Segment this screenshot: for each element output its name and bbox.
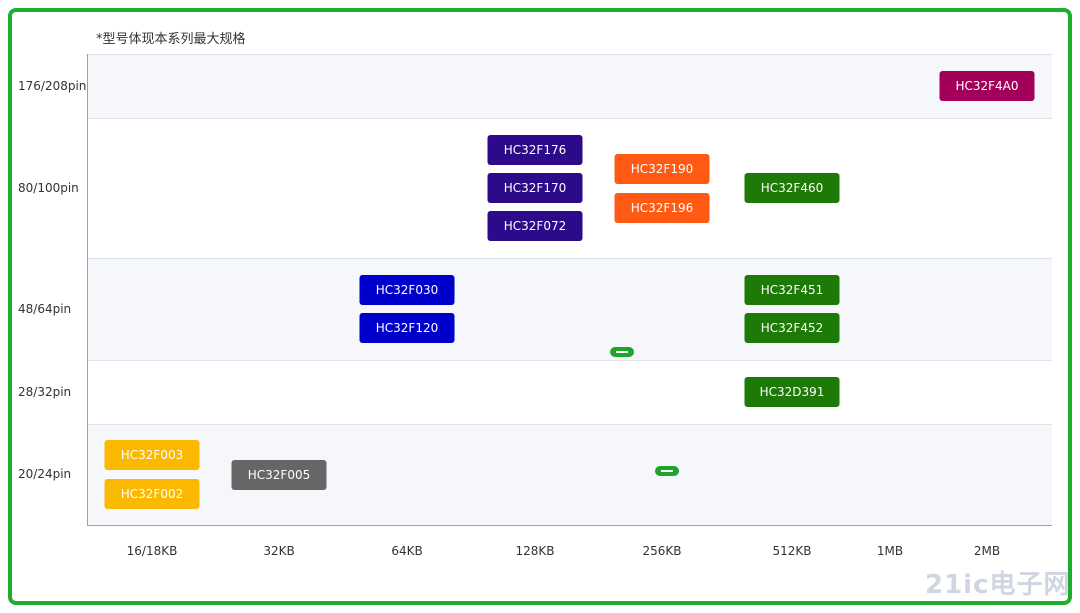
x-tick-label: 128KB xyxy=(515,544,555,558)
y-tick-label: 48/64pin xyxy=(18,302,72,316)
chip-hc32f176[interactable]: HC32F176 xyxy=(487,135,583,165)
x-axis-line xyxy=(87,525,1052,526)
x-tick-label: 16/18KB xyxy=(126,544,178,558)
y-tick-label: 80/100pin xyxy=(18,181,79,195)
watermark-logo: 21ic电子网 xyxy=(925,570,1071,600)
chip-hc32f451[interactable]: HC32F451 xyxy=(744,275,840,305)
chip-hc32f460[interactable]: HC32F460 xyxy=(744,173,840,203)
chip-hc32f452[interactable]: HC32F452 xyxy=(744,313,840,343)
chip-hc32f002[interactable]: HC32F002 xyxy=(104,479,200,509)
x-tick-label: 1MB xyxy=(876,544,904,558)
chip-hc32f190[interactable]: HC32F190 xyxy=(614,154,710,184)
expand-pill-icon[interactable] xyxy=(610,347,634,357)
x-tick-label: 2MB xyxy=(973,544,1001,558)
chip-hc32f4a0[interactable]: HC32F4A0 xyxy=(939,71,1035,101)
x-tick-label: 512KB xyxy=(772,544,812,558)
row-band-28-32pin xyxy=(88,360,1052,425)
x-tick-label: 64KB xyxy=(391,544,423,558)
x-tick-label: 256KB xyxy=(642,544,682,558)
chart-note: *型号体现本系列最大规格 xyxy=(96,32,246,47)
row-band-48-64pin xyxy=(88,258,1052,361)
y-axis-line xyxy=(87,54,88,526)
chip-hc32f003[interactable]: HC32F003 xyxy=(104,440,200,470)
chip-hc32f120[interactable]: HC32F120 xyxy=(359,313,455,343)
row-band-176-208pin xyxy=(88,54,1052,119)
x-tick-label: 32KB xyxy=(263,544,295,558)
y-tick-label: 28/32pin xyxy=(18,385,72,399)
y-tick-label: 176/208pin xyxy=(18,79,87,93)
chip-hc32f196[interactable]: HC32F196 xyxy=(614,193,710,223)
chip-hc32f072[interactable]: HC32F072 xyxy=(487,211,583,241)
chip-hc32f005[interactable]: HC32F005 xyxy=(231,460,327,490)
expand-pill-icon[interactable] xyxy=(655,466,679,476)
chip-hc32d391[interactable]: HC32D391 xyxy=(744,377,840,407)
y-tick-label: 20/24pin xyxy=(18,467,72,481)
chip-hc32f030[interactable]: HC32F030 xyxy=(359,275,455,305)
chip-hc32f170[interactable]: HC32F170 xyxy=(487,173,583,203)
